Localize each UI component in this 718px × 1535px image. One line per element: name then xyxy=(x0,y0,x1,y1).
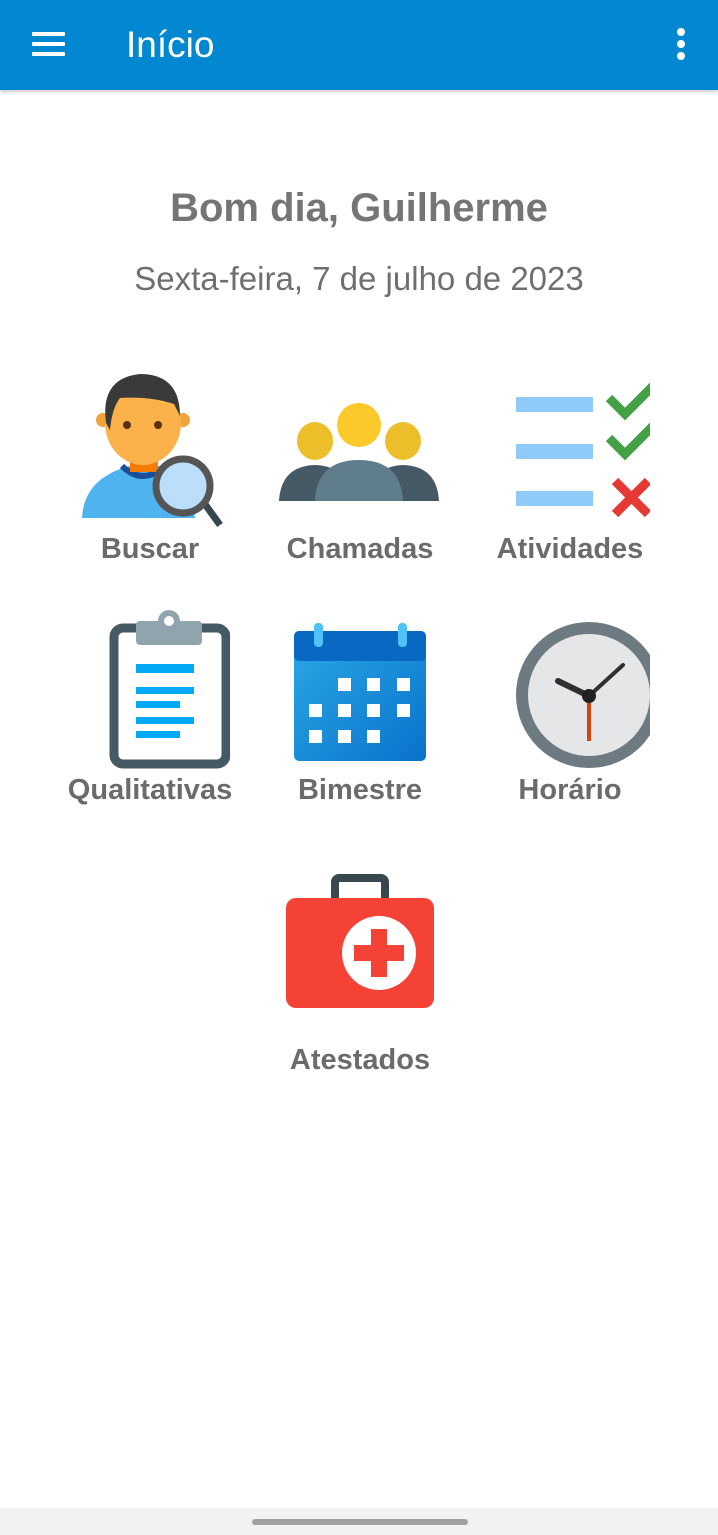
tile-bimestre[interactable]: Bimestre xyxy=(260,606,460,807)
clipboard-icon xyxy=(109,610,230,769)
page-title: Início xyxy=(126,24,215,65)
tile-label: Bimestre xyxy=(297,774,423,806)
tile-atividades[interactable]: Atividades xyxy=(470,368,670,566)
tile-label: Chamadas xyxy=(286,533,434,565)
system-nav-bar xyxy=(0,1508,718,1535)
app-bar: Início xyxy=(0,0,718,90)
tile-chamadas[interactable]: Chamadas xyxy=(260,368,460,566)
medical-kit-icon xyxy=(286,874,434,1008)
tile-label: Atestados xyxy=(289,1044,431,1076)
tile-label: Horário xyxy=(518,774,622,806)
tile-qualitativas[interactable]: Qualitativas xyxy=(50,606,250,807)
tile-label: Atividades xyxy=(496,533,644,565)
greeting-title: Bom dia, Guilherme xyxy=(170,186,548,230)
clock-icon xyxy=(516,622,650,768)
tile-buscar[interactable]: Buscar xyxy=(50,368,250,566)
more-vertical-icon[interactable] xyxy=(668,24,696,64)
checklist-icon xyxy=(516,382,650,518)
tile-label: Qualitativas xyxy=(67,774,233,806)
group-icon xyxy=(279,403,439,501)
tile-atestados[interactable]: Atestados xyxy=(260,872,460,1077)
calendar-icon xyxy=(294,623,426,761)
tile-label: Buscar xyxy=(100,533,200,565)
greeting-date: Sexta-feira, 7 de julho de 2023 xyxy=(134,260,584,297)
home-gesture-handle[interactable] xyxy=(252,1519,468,1525)
person-search-icon xyxy=(82,374,223,528)
tile-horario[interactable]: Horário xyxy=(470,606,670,807)
hamburger-menu-icon[interactable] xyxy=(22,22,74,68)
